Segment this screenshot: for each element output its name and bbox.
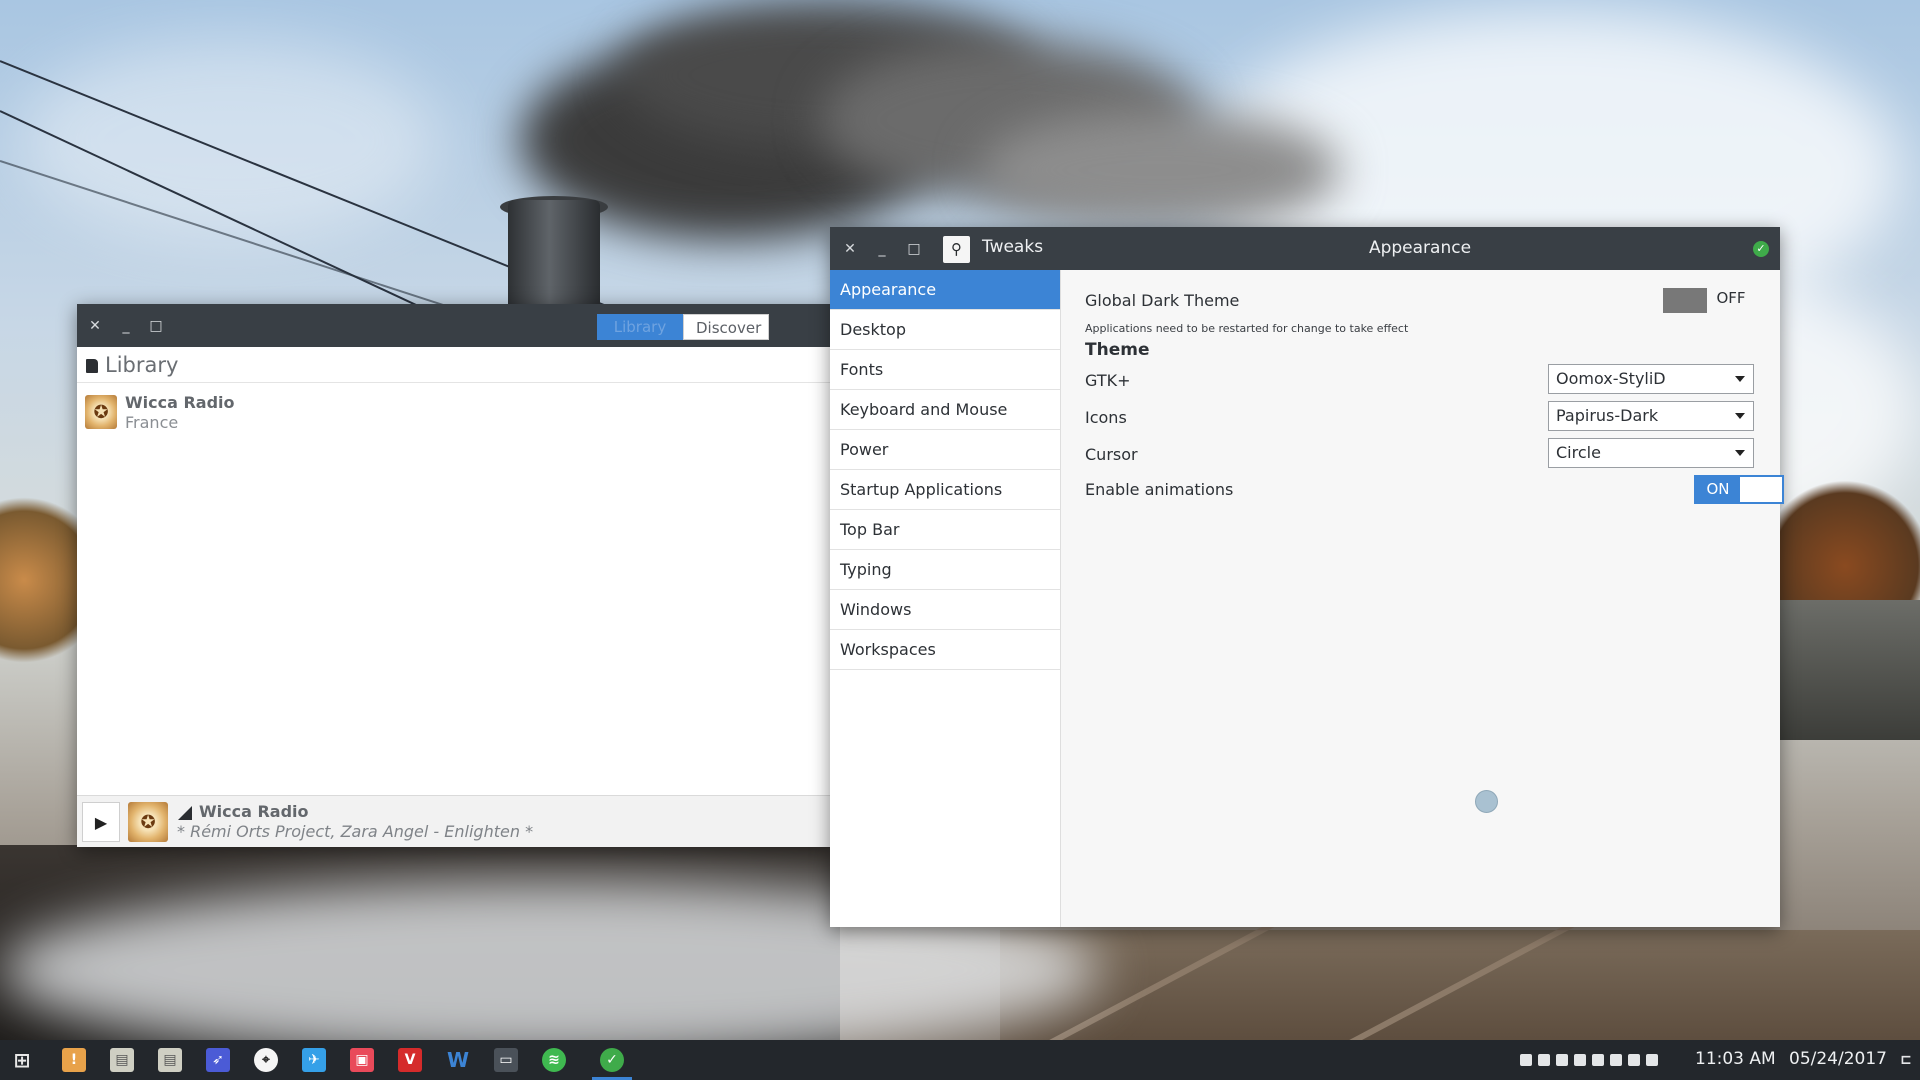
tab-library[interactable]: Library bbox=[597, 314, 683, 340]
now-playing-station: Wicca Radio bbox=[199, 802, 309, 821]
theme-section-title: Theme bbox=[1085, 340, 1150, 360]
sidebar-item-desktop[interactable]: Desktop bbox=[830, 310, 1060, 350]
switch-state-label: ON bbox=[1696, 477, 1740, 502]
radio-titlebar: ✕ _ □ Library Discover bbox=[77, 304, 831, 347]
face-tray-icon[interactable] bbox=[1556, 1054, 1568, 1066]
clock-date[interactable]: 05/24/2017 bbox=[1789, 1049, 1887, 1069]
minimize-icon[interactable]: _ bbox=[115, 315, 137, 337]
global-dark-theme-hint: Applications need to be restarted for ch… bbox=[1085, 322, 1409, 335]
show-desktop-icon[interactable]: ⊏ bbox=[1898, 1048, 1914, 1072]
icons-theme-dropdown[interactable]: Papirus-Dark bbox=[1548, 401, 1754, 431]
tab-discover[interactable]: Discover bbox=[683, 314, 769, 340]
chevron-down-icon bbox=[1735, 376, 1745, 382]
sidebar-item-workspaces[interactable]: Workspaces bbox=[830, 630, 1060, 670]
power-tray-icon[interactable] bbox=[1646, 1054, 1658, 1066]
tweaks-sidebar: Appearance Desktop Fonts Keyboard and Mo… bbox=[830, 270, 1061, 927]
sidebar-item-power[interactable]: Power bbox=[830, 430, 1060, 470]
wifi-tray-icon[interactable] bbox=[1538, 1054, 1550, 1066]
sidebar-item-typing[interactable]: Typing bbox=[830, 550, 1060, 590]
twitter-icon[interactable]: ✈ bbox=[302, 1048, 326, 1072]
icons-theme-value: Papirus-Dark bbox=[1556, 406, 1659, 425]
close-icon[interactable]: ✕ bbox=[84, 315, 106, 337]
terminal-icon[interactable]: ▭ bbox=[494, 1048, 518, 1072]
play-button[interactable]: ▶ bbox=[82, 802, 120, 842]
switch-state-label: OFF bbox=[1716, 289, 1746, 307]
vivaldi-icon[interactable]: V bbox=[398, 1048, 422, 1072]
app-status-icon: ✓ bbox=[1753, 241, 1769, 257]
now-playing-logo: ✪ bbox=[128, 802, 168, 842]
browser-icon[interactable]: ➶ bbox=[206, 1048, 230, 1072]
appearance-panel: Global Dark Theme Applications need to b… bbox=[1061, 270, 1784, 927]
library-header: Library bbox=[77, 347, 831, 383]
switch-knob bbox=[1663, 288, 1707, 313]
system-tray bbox=[1520, 1051, 1658, 1069]
library-icon bbox=[86, 359, 98, 373]
volume-tray-icon[interactable] bbox=[1610, 1054, 1622, 1066]
sidebar-item-windows[interactable]: Windows bbox=[830, 590, 1060, 630]
download-manager-icon[interactable]: ! bbox=[62, 1048, 86, 1072]
gtk-theme-value: Oomox-StyliD bbox=[1556, 369, 1666, 388]
sidebar-item-fonts[interactable]: Fonts bbox=[830, 350, 1060, 390]
bell-tray-icon[interactable] bbox=[1574, 1054, 1586, 1066]
chevron-down-icon bbox=[1735, 450, 1745, 456]
chevron-down-icon bbox=[1735, 413, 1745, 419]
mouse-cursor bbox=[1475, 790, 1498, 813]
station-country: France bbox=[125, 413, 179, 432]
app-menu-icon[interactable]: ⊞ bbox=[10, 1048, 34, 1072]
gtk-theme-label: GTK+ bbox=[1085, 371, 1131, 390]
taskbar: ⊞ ! ▤ ▤ ➶ ⌖ ✈ ▣ V W ▭ ≋ ✓ 11:03 AM 05/24… bbox=[0, 1040, 1920, 1080]
radio-window: ✕ _ □ Library Discover Library ✪ Wicca R… bbox=[77, 304, 831, 847]
tweaks-taskbar-icon[interactable]: ✓ bbox=[600, 1048, 624, 1072]
notes-tray-icon[interactable] bbox=[1520, 1054, 1532, 1066]
signal-icon bbox=[178, 806, 192, 820]
battery-tray-icon[interactable] bbox=[1592, 1054, 1604, 1066]
global-dark-theme-switch[interactable]: OFF bbox=[1661, 285, 1751, 314]
tweaks-titlebar: ✕ _ □ ⚲ Tweaks Appearance ✓ bbox=[830, 227, 1780, 270]
bluetooth-tray-icon[interactable] bbox=[1628, 1054, 1640, 1066]
sidebar-item-startup-applications[interactable]: Startup Applications bbox=[830, 470, 1060, 510]
enable-animations-label: Enable animations bbox=[1085, 480, 1234, 499]
spotify-icon[interactable]: ≋ bbox=[542, 1048, 566, 1072]
page-title: Appearance bbox=[1368, 238, 1472, 258]
enable-animations-switch[interactable]: ON bbox=[1694, 475, 1784, 504]
global-dark-theme-label: Global Dark Theme bbox=[1085, 291, 1240, 310]
file-manager-icon[interactable]: ▤ bbox=[110, 1048, 134, 1072]
cursor-theme-label: Cursor bbox=[1085, 445, 1138, 464]
cursor-theme-dropdown[interactable]: Circle bbox=[1548, 438, 1754, 468]
icons-theme-label: Icons bbox=[1085, 408, 1127, 427]
photo-viewer-icon[interactable]: ▣ bbox=[350, 1048, 374, 1072]
library-title: Library bbox=[105, 353, 179, 377]
sidebar-item-top-bar[interactable]: Top Bar bbox=[830, 510, 1060, 550]
station-logo: ✪ bbox=[85, 395, 117, 429]
station-name: Wicca Radio bbox=[125, 393, 235, 412]
gtk-theme-dropdown[interactable]: Oomox-StyliD bbox=[1548, 364, 1754, 394]
compass-icon[interactable]: ⌖ bbox=[254, 1048, 278, 1072]
now-playing-track: * Rémi Orts Project, Zara Angel - Enligh… bbox=[177, 822, 534, 841]
tweaks-window: ✕ _ □ ⚲ Tweaks Appearance ✓ Appearance D… bbox=[830, 227, 1784, 927]
sidebar-item-appearance[interactable]: Appearance bbox=[830, 270, 1060, 310]
cursor-theme-value: Circle bbox=[1556, 443, 1601, 462]
sidebar-item-keyboard-and-mouse[interactable]: Keyboard and Mouse bbox=[830, 390, 1060, 430]
clock-time[interactable]: 11:03 AM bbox=[1695, 1049, 1776, 1069]
writer-icon[interactable]: W bbox=[446, 1048, 470, 1072]
now-playing-bar: ▶ ✪ Wicca Radio * Rémi Orts Project, Zar… bbox=[77, 795, 831, 847]
maximize-icon[interactable]: □ bbox=[145, 315, 167, 337]
files-icon[interactable]: ▤ bbox=[158, 1048, 182, 1072]
